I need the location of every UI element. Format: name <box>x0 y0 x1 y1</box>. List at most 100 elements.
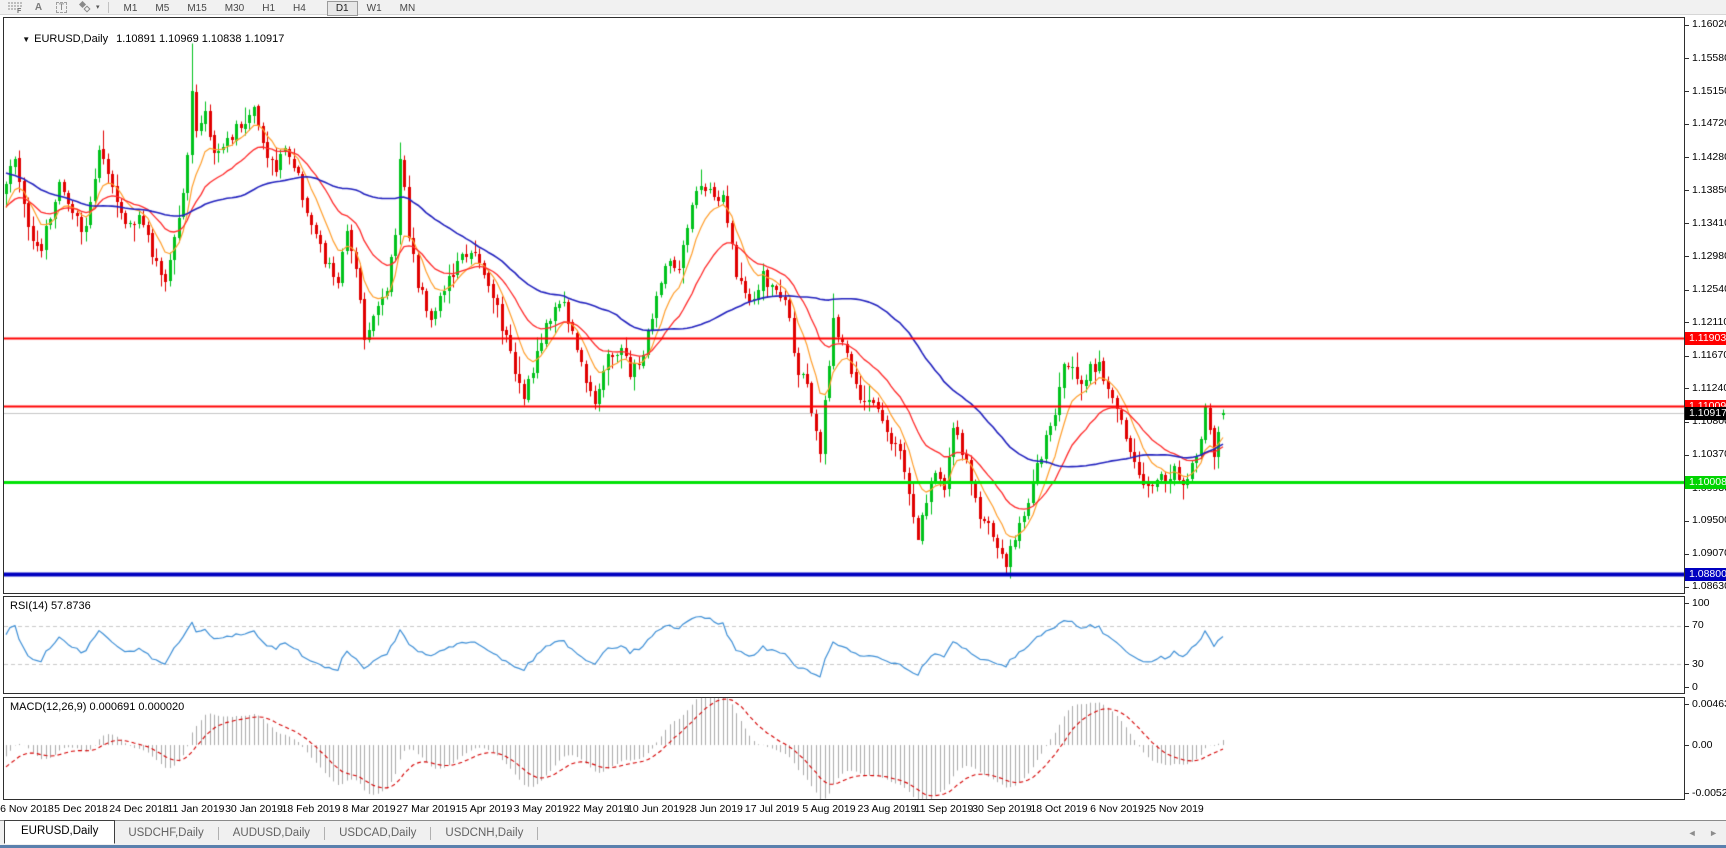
toolbar: F A T ▾ M1M5M15M30H1H4 D1W1MN <box>0 0 1726 15</box>
date-label: 5 Aug 2019 <box>802 803 855 815</box>
date-axis: 16 Nov 20185 Dec 201824 Dec 201811 Jan 2… <box>3 801 1685 818</box>
tab-scroll-left-icon[interactable]: ◄ <box>1688 828 1697 838</box>
shapes-icon <box>78 1 91 13</box>
axis-tick <box>1685 687 1689 688</box>
axis-tick <box>1685 745 1689 746</box>
date-label: 17 Jul 2019 <box>745 803 799 815</box>
text-tool-icon: T <box>56 2 68 13</box>
timeframe-button-m15[interactable]: M15 <box>178 1 215 16</box>
shapes-tool[interactable] <box>77 1 92 14</box>
axis-tick <box>1685 290 1689 291</box>
date-label: 25 Nov 2019 <box>1144 803 1204 815</box>
price-tick-label: 1.14720 <box>1692 117 1726 130</box>
main-chart-canvas[interactable] <box>4 18 1684 593</box>
svg-text:F: F <box>17 8 22 13</box>
chart-dropdown-icon[interactable]: ▼ <box>22 35 30 44</box>
axis-tick <box>1685 793 1689 794</box>
timeframe-button-m5[interactable]: M5 <box>146 1 178 16</box>
shapes-dropdown-caret-icon[interactable]: ▾ <box>96 3 100 11</box>
timeframe-button-w1[interactable]: W1 <box>358 1 391 16</box>
text-tool[interactable]: T <box>54 1 69 14</box>
axis-tick <box>1685 256 1689 257</box>
axis-tick <box>1685 58 1689 59</box>
main-chart-panel[interactable]: ▼EURUSD,Daily1.10891 1.10969 1.10838 1.1… <box>3 17 1685 594</box>
label-tool-icon: A <box>35 2 42 13</box>
price-badge-1-10917: 1.10917 <box>1685 407 1726 420</box>
price-tick-label: 1.13850 <box>1692 184 1726 197</box>
date-label: 15 Apr 2019 <box>456 803 513 815</box>
date-label: 16 Nov 2018 <box>0 803 54 815</box>
tab-separator <box>218 827 219 840</box>
timeframe-button-m30[interactable]: M30 <box>216 1 253 16</box>
axis-tick <box>1685 422 1689 423</box>
macd-panel[interactable]: MACD(12,26,9) 0.000691 0.000020 <box>3 697 1685 800</box>
date-label: 28 Jun 2019 <box>685 803 743 815</box>
date-label: 24 Dec 2018 <box>109 803 169 815</box>
tab-scroll-nav: ◄ ► <box>1678 828 1718 838</box>
rsi-axis-label: 70 <box>1692 619 1704 632</box>
tab-scroll-right-icon[interactable]: ► <box>1709 828 1718 838</box>
price-badge-1-10008: 1.10008 <box>1685 476 1726 489</box>
timeframe-button-h1[interactable]: H1 <box>253 1 284 16</box>
timeframe-button-h4[interactable]: H4 <box>284 1 315 16</box>
rsi-axis-label: 30 <box>1692 658 1704 671</box>
tab-audusd-daily[interactable]: AUDUSD,Daily <box>220 823 323 844</box>
tab-separator <box>324 827 325 840</box>
macd-header: MACD(12,26,9) 0.000691 0.000020 <box>10 701 184 713</box>
tab-separator <box>430 827 431 840</box>
axis-tick <box>1685 322 1689 323</box>
date-label: 6 Nov 2019 <box>1090 803 1144 815</box>
tab-eurusd-daily[interactable]: EURUSD,Daily <box>4 820 115 844</box>
price-tick-label: 1.09500 <box>1692 514 1726 527</box>
price-tick-label: 1.12110 <box>1692 316 1726 329</box>
axis-tick <box>1685 554 1689 555</box>
label-tool[interactable]: A <box>31 1 46 14</box>
tab-usdchf-daily[interactable]: USDCHF,Daily <box>115 823 216 844</box>
price-tick-label: 1.15580 <box>1692 52 1726 65</box>
axis-tick <box>1685 388 1689 389</box>
date-label: 10 Jun 2019 <box>627 803 685 815</box>
rsi-axis-label: 100 <box>1692 597 1710 610</box>
axis-tick <box>1685 356 1689 357</box>
price-axis: 1.160201.155801.151501.147201.142801.138… <box>1685 0 1726 820</box>
rsi-canvas[interactable] <box>4 597 1684 693</box>
rsi-panel[interactable]: RSI(14) 57.8736 <box>3 596 1685 694</box>
chart-tab-bar: EURUSD,DailyUSDCHF,DailyAUDUSD,DailyUSDC… <box>0 820 1726 845</box>
axis-tick <box>1685 521 1689 522</box>
timeframe-button-mn[interactable]: MN <box>391 1 425 16</box>
price-tick-label: 1.15150 <box>1692 85 1726 98</box>
axis-tick <box>1685 704 1689 705</box>
axis-tick <box>1685 603 1689 604</box>
price-tick-label: 1.13410 <box>1692 217 1726 230</box>
macd-canvas[interactable] <box>4 698 1684 799</box>
date-label: 30 Jan 2019 <box>225 803 283 815</box>
axis-tick <box>1685 455 1689 456</box>
price-tick-label: 1.12540 <box>1692 283 1726 296</box>
price-badge-1-11903: 1.11903 <box>1685 332 1726 345</box>
date-label: 5 Dec 2018 <box>54 803 108 815</box>
tab-usdcnh-daily[interactable]: USDCNH,Daily <box>432 823 536 844</box>
axis-tick <box>1685 626 1689 627</box>
rsi-header: RSI(14) 57.8736 <box>10 600 91 612</box>
macd-axis-label: -0.005299 <box>1692 787 1726 800</box>
macd-axis-label: 0.00463 <box>1692 698 1726 711</box>
date-label: 27 Mar 2019 <box>397 803 456 815</box>
toolbar-separator <box>108 2 109 13</box>
axis-tick <box>1685 25 1689 26</box>
date-label: 23 Aug 2019 <box>858 803 917 815</box>
fibonacci-tool[interactable]: F <box>7 1 23 14</box>
timeframe-button-d1[interactable]: D1 <box>327 1 358 16</box>
axis-tick <box>1685 664 1689 665</box>
axis-tick <box>1685 587 1689 588</box>
chart-symbol-label: EURUSD,Daily <box>34 33 108 45</box>
fibonacci-icon: F <box>7 1 23 13</box>
chart-title: ▼EURUSD,Daily1.10891 1.10969 1.10838 1.1… <box>10 21 284 57</box>
date-label: 11 Sep 2019 <box>915 803 974 815</box>
date-label: 3 May 2019 <box>514 803 569 815</box>
date-label: 30 Sep 2019 <box>972 803 1032 815</box>
price-tick-label: 1.08630 <box>1692 580 1726 593</box>
tab-usdcad-daily[interactable]: USDCAD,Daily <box>326 823 429 844</box>
axis-tick <box>1685 124 1689 125</box>
date-label: 18 Feb 2019 <box>282 803 341 815</box>
timeframe-button-m1[interactable]: M1 <box>115 1 147 16</box>
